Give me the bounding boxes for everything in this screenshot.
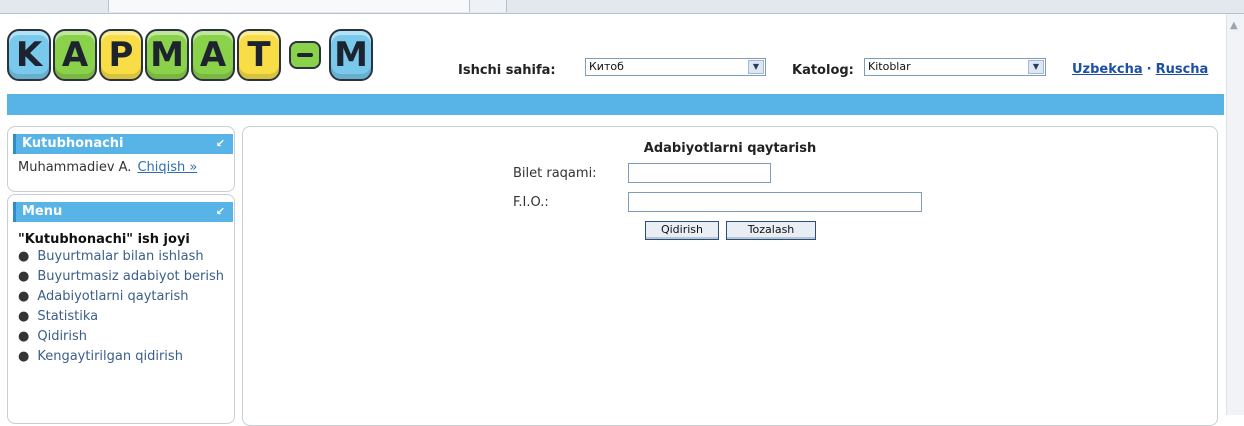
browser-tab-strip <box>0 0 1244 14</box>
main-content-panel: Adabiyotlarni qaytarish Bilet raqami: F.… <box>242 126 1218 426</box>
menu-item-label: Statistika <box>37 309 99 324</box>
lang-uzbek-link[interactable]: Uzbekcha <box>1072 62 1143 77</box>
logout-link[interactable]: Chiqish » <box>137 160 197 175</box>
collapse-arrow-icon[interactable]: ↙ <box>216 134 225 154</box>
menu-item-orders[interactable]: ● Buyurtmalar bilan ishlash <box>18 249 232 265</box>
menu-item-issue-without-order[interactable]: ● Buyurtmasiz adabiyot berish <box>18 269 232 285</box>
menu-panel-title: Menu ↙ <box>13 202 233 222</box>
librarian-panel-title: Kutubhonachi ↙ <box>13 134 233 154</box>
menu-item-label: Adabiyotlarni qaytarish <box>37 289 189 304</box>
menu-item-label: Qidirish <box>37 329 88 344</box>
menu-item-label: Kengaytirilgan qidirish <box>37 349 183 364</box>
catalog-label: Katolog: <box>792 63 854 78</box>
menu-panel-title-text: Menu <box>22 204 63 219</box>
collapse-arrow-icon[interactable]: ↙ <box>216 202 225 222</box>
menu-item-advanced-search[interactable]: ● Kengaytirilgan qidirish <box>18 349 232 365</box>
language-switcher: Uzbekcha · Ruscha <box>1072 62 1208 77</box>
ticket-number-input[interactable] <box>628 163 771 183</box>
menu-item-label: Buyurtmalar bilan ishlash <box>37 249 204 264</box>
logo-tile: M <box>145 29 189 81</box>
page-title: Adabiyotlarni qaytarish <box>643 141 817 156</box>
worksheet-select-value: Китоб <box>589 60 624 73</box>
menu-item-label: Buyurtmasiz adabiyot berish <box>37 269 224 284</box>
site-logo[interactable]: K A P M A T M <box>7 26 373 84</box>
worksheet-label: Ishchi sahifa: <box>458 63 556 78</box>
scroll-up-icon[interactable]: ▲ <box>1230 20 1238 31</box>
worksheet-select[interactable]: Китоб ▼ <box>585 58 766 76</box>
catalog-select-value: Kitoblar <box>868 60 911 73</box>
lang-separator: · <box>1146 62 1152 77</box>
logo-tile: A <box>191 29 235 81</box>
bullet-icon: ● <box>18 249 30 264</box>
menu-heading: "Kutubhonachi" ish joyi <box>18 232 190 247</box>
browser-tab-new[interactable] <box>470 0 507 12</box>
ticket-number-label: Bilet raqami: <box>513 166 597 181</box>
logo-tile: K <box>7 29 51 81</box>
search-button[interactable]: Qidirish <box>645 221 719 240</box>
clear-button[interactable]: Tozalash <box>726 221 816 240</box>
logo-tile: M <box>329 29 373 81</box>
bullet-icon: ● <box>18 269 30 284</box>
menu-panel: Menu ↙ "Kutubhonachi" ish joyi ● Buyurtma… <box>7 194 235 424</box>
vertical-scrollbar[interactable]: ▲ <box>1226 14 1244 415</box>
logo-tile: P <box>99 29 143 81</box>
logo-dash-icon <box>289 41 321 69</box>
menu-item-statistics[interactable]: ● Statistika <box>18 309 232 325</box>
fio-label: F.I.O.: <box>513 195 549 210</box>
browser-tab-active[interactable] <box>108 0 470 12</box>
librarian-panel-title-text: Kutubhonachi <box>22 136 124 151</box>
chevron-down-icon[interactable]: ▼ <box>748 60 764 74</box>
bullet-icon: ● <box>18 329 30 344</box>
catalog-select[interactable]: Kitoblar ▼ <box>864 58 1046 76</box>
bullet-icon: ● <box>18 349 30 364</box>
menu-item-search[interactable]: ● Qidirish <box>18 329 232 345</box>
menu-list: ● Buyurtmalar bilan ishlash ● Buyurtmasiz … <box>18 249 232 365</box>
header-bar <box>7 94 1224 115</box>
logo-tile: A <box>53 29 97 81</box>
librarian-panel: Kutubhonachi ↙ Muhammadiev A. Chiqish » <box>7 126 235 192</box>
logo-tile: T <box>237 29 281 81</box>
user-name: Muhammadiev A. <box>18 160 132 175</box>
chevron-down-icon[interactable]: ▼ <box>1028 60 1044 74</box>
menu-item-return-books[interactable]: ● Adabiyotlarni qaytarish <box>18 289 232 305</box>
bullet-icon: ● <box>18 309 30 324</box>
lang-russian-link[interactable]: Ruscha <box>1156 62 1209 77</box>
bullet-icon: ● <box>18 289 30 304</box>
fio-input[interactable] <box>628 192 922 212</box>
user-line: Muhammadiev A. Chiqish » <box>18 160 234 175</box>
